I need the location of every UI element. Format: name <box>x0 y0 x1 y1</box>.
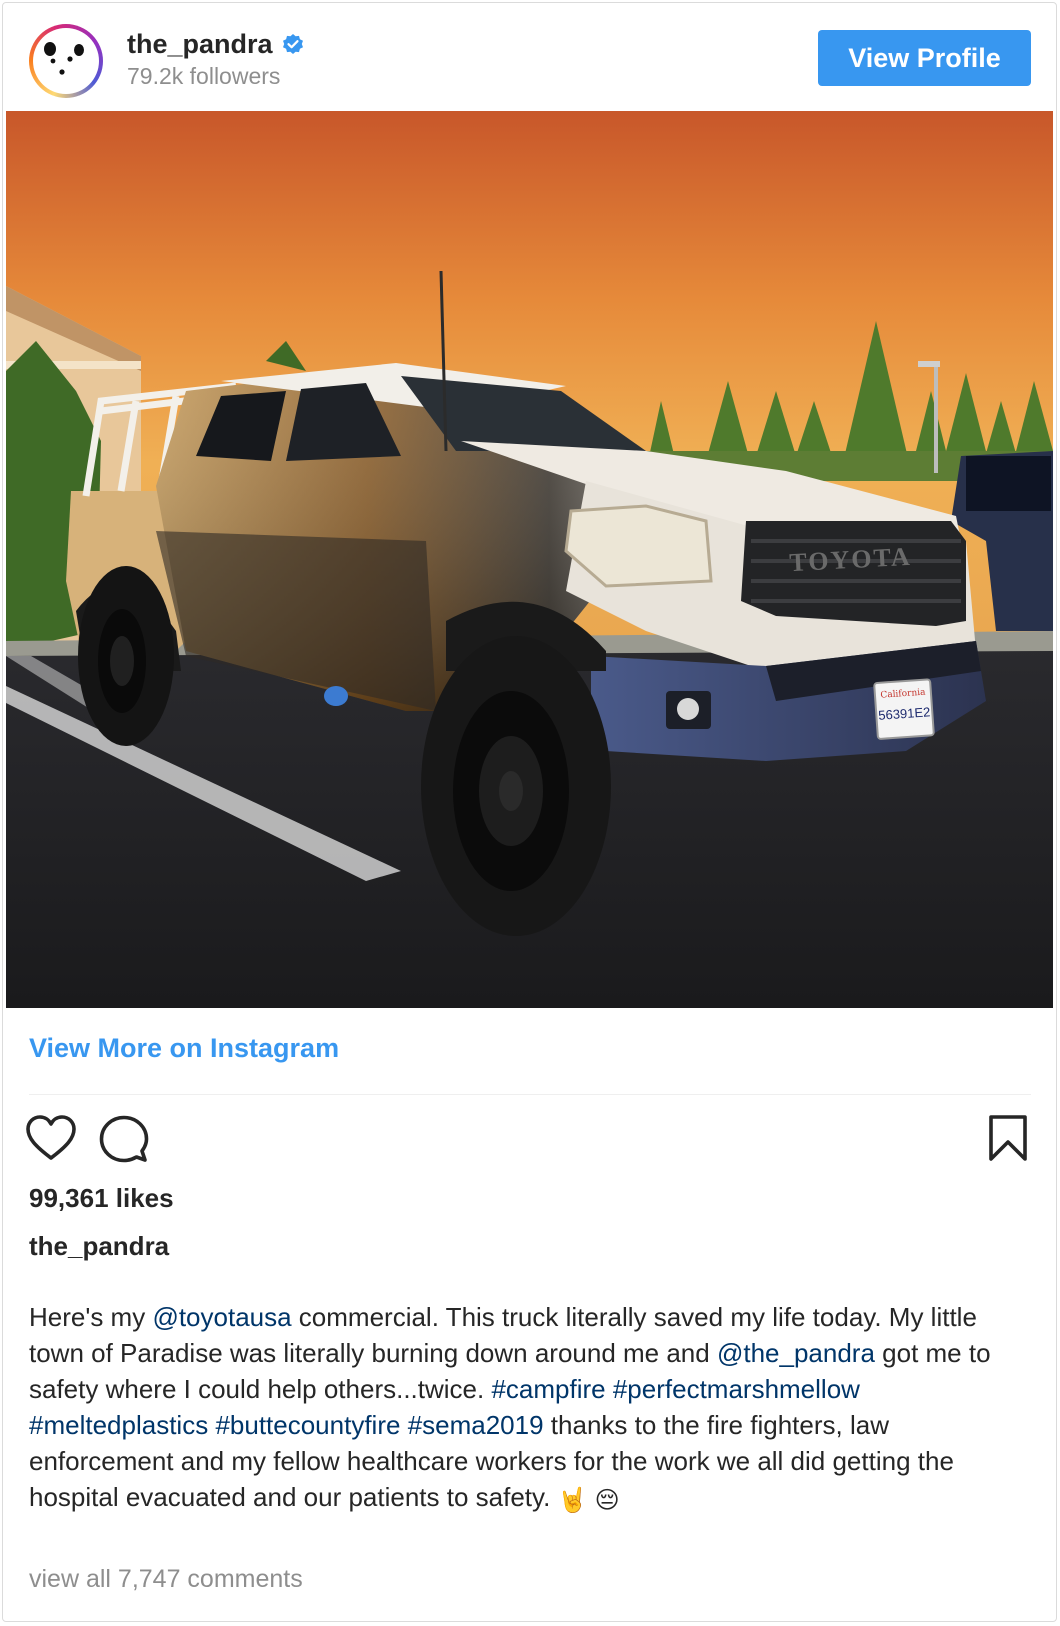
bookmark-icon[interactable] <box>988 1114 1028 1162</box>
view-more-on-instagram-link[interactable]: View More on Instagram <box>29 1033 339 1064</box>
divider <box>29 1094 1031 1095</box>
hashtag-link[interactable]: #sema2019 <box>408 1410 544 1440</box>
instagram-embed-card: the_pandra 79.2k followers View Profile <box>2 2 1057 1622</box>
profile-avatar[interactable] <box>29 24 103 98</box>
verified-badge-icon <box>282 33 303 54</box>
post-actions <box>3 1108 1056 1168</box>
view-profile-button[interactable]: View Profile <box>818 30 1031 86</box>
comment-bubble-icon[interactable] <box>99 1114 149 1164</box>
post-header: the_pandra 79.2k followers View Profile <box>3 3 1056 111</box>
pensive-face-emoji: 😔 <box>594 1486 620 1514</box>
hashtag-link[interactable]: #meltedplastics <box>29 1410 208 1440</box>
mention-link[interactable]: @the_pandra <box>717 1338 875 1368</box>
hashtag-link[interactable]: #campfire <box>491 1374 605 1404</box>
rock-on-emoji: 🤘 <box>557 1486 588 1514</box>
post-caption: Here's my @toyotausa commercial. This tr… <box>29 1299 1039 1518</box>
profile-username[interactable]: the_pandra <box>127 29 305 60</box>
mention-link[interactable]: @toyotausa <box>152 1302 291 1332</box>
view-all-comments-link[interactable]: view all 7,747 comments <box>29 1565 303 1594</box>
hashtag-link[interactable]: #perfectmarshmellow <box>613 1374 860 1404</box>
post-photo[interactable]: TOYOTA California 56391E2 <box>6 111 1053 1008</box>
caption-username[interactable]: the_pandra <box>29 1231 169 1262</box>
hashtag-link[interactable]: #buttecountyfire <box>215 1410 400 1440</box>
panda-avatar-icon <box>36 31 96 91</box>
follower-count: 79.2k followers <box>127 63 281 89</box>
username-text[interactable]: the_pandra <box>127 29 273 60</box>
like-count[interactable]: 99,361 likes <box>29 1183 174 1214</box>
heart-icon[interactable] <box>25 1114 77 1162</box>
